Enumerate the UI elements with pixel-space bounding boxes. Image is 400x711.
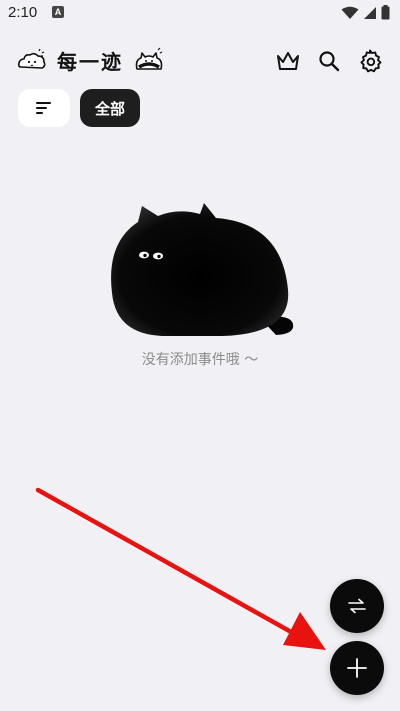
status-icons [341, 5, 390, 20]
search-icon [319, 51, 340, 72]
notification-badge: A [52, 6, 64, 18]
black-cat-illustration [111, 203, 294, 336]
premium-crown-button[interactable] [275, 48, 301, 74]
app-header: 每一迹 [0, 44, 400, 78]
cloud-mascot-logo-icon [17, 48, 46, 69]
settings-button[interactable] [357, 48, 383, 74]
sort-button[interactable] [18, 89, 70, 127]
signal-icon [364, 6, 376, 19]
battery-icon [381, 5, 390, 20]
status-time: 2:10 [8, 4, 38, 21]
status-bar: 2:10 A [0, 0, 400, 28]
crown-icon [277, 52, 299, 70]
app-title: 每一迹 [57, 50, 123, 74]
switch-view-button[interactable] [330, 579, 384, 633]
cat-mascot-logo-icon [135, 47, 163, 70]
empty-state-message: 没有添加事件哦 ～ [141, 352, 259, 368]
swap-arrows-icon [348, 598, 366, 614]
search-button[interactable] [316, 48, 342, 74]
app-screen: 2:10 A 每一迹 全部 没有添加事件哦 ～ [0, 0, 400, 711]
filter-chip-all[interactable]: 全部 [80, 89, 140, 127]
sort-lines-icon [36, 102, 51, 114]
plus-icon [347, 658, 367, 678]
gear-icon [360, 49, 382, 73]
add-event-button[interactable] [330, 641, 384, 695]
wifi-icon [341, 6, 359, 19]
